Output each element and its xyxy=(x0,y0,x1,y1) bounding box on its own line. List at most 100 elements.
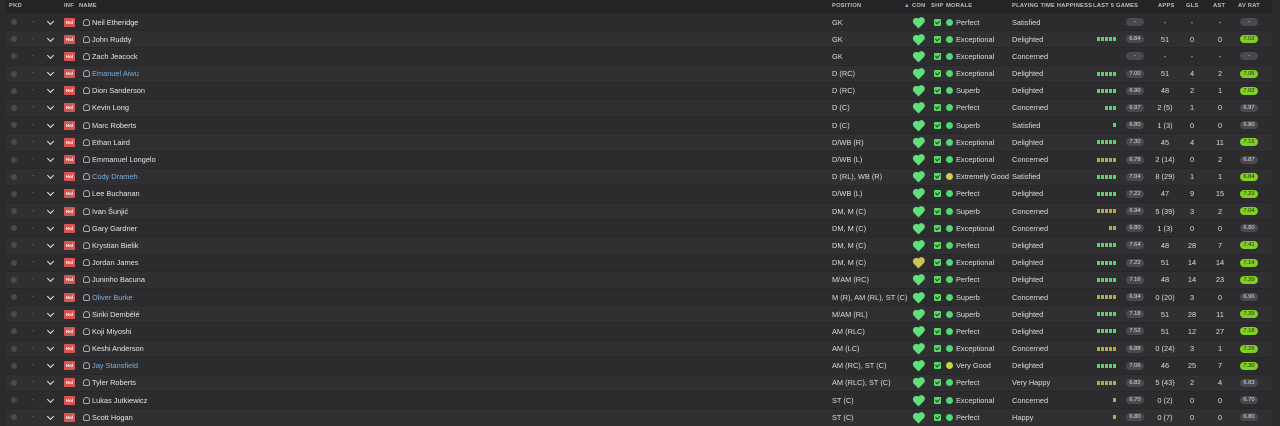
player-profile-icon[interactable] xyxy=(82,14,90,30)
player-profile-icon[interactable] xyxy=(82,31,90,47)
info-badge[interactable]: Hol xyxy=(63,203,76,219)
player-name[interactable]: Cody Drameh xyxy=(92,169,292,185)
player-name[interactable]: Koji Miyoshi xyxy=(92,323,292,339)
table-row[interactable]: - Hol Krystian Bielik DM, M (C) Perfect Delig… xyxy=(6,236,1272,254)
header-position[interactable]: POSITION xyxy=(832,3,861,9)
table-row[interactable]: - Hol Jay Stansfield AM (RC), ST (C) Very Go… xyxy=(6,356,1272,374)
player-name[interactable]: Neil Etheridge xyxy=(92,14,292,30)
info-badge[interactable]: Hol xyxy=(63,323,76,339)
player-profile-icon[interactable] xyxy=(82,186,90,202)
row-menu-button[interactable] xyxy=(46,117,54,133)
table-row[interactable]: - Hol Jordan James DM, M (C) Exceptional Deli… xyxy=(6,253,1272,271)
row-menu-button[interactable] xyxy=(46,272,54,288)
row-menu-button[interactable] xyxy=(46,341,54,357)
table-row[interactable]: - Hol Lukas Jutkiewicz ST (C) Exceptional Con… xyxy=(6,391,1272,409)
player-name[interactable]: Krystian Bielik xyxy=(92,237,292,253)
table-row[interactable]: - Hol Tyler Roberts AM (RLC), ST (C) Perfect… xyxy=(6,373,1272,392)
picked-toggle[interactable] xyxy=(9,203,19,219)
player-name[interactable]: Dion Sanderson xyxy=(92,83,292,99)
row-menu-button[interactable] xyxy=(46,14,54,30)
player-name[interactable]: Siriki Dembélé xyxy=(92,306,292,322)
table-row[interactable]: - Hol Gary Gardner DM, M (C) Exceptional Conc… xyxy=(6,219,1272,237)
player-profile-icon[interactable] xyxy=(82,134,90,150)
player-profile-icon[interactable] xyxy=(82,203,90,219)
player-name[interactable]: Gary Gardner xyxy=(92,220,292,236)
row-menu-button[interactable] xyxy=(46,358,54,374)
table-row[interactable]: - Hol Juninho Bacuna M/AM (RC) Perfect Deligh… xyxy=(6,270,1272,288)
table-row[interactable]: - Hol Lee Buchanan D/WB (L) Perfect Delighted… xyxy=(6,184,1272,203)
picked-toggle[interactable] xyxy=(9,134,19,150)
player-profile-icon[interactable] xyxy=(82,100,90,116)
info-badge[interactable]: Hol xyxy=(63,152,76,168)
picked-toggle[interactable] xyxy=(9,237,19,253)
row-menu-button[interactable] xyxy=(46,237,54,253)
player-name[interactable]: Lukas Jutkiewicz xyxy=(92,392,292,408)
info-badge[interactable]: Hol xyxy=(63,169,76,185)
table-row[interactable]: - Hol Ivan Šunjić DM, M (C) Superb Concerned 6… xyxy=(6,202,1272,220)
info-badge[interactable]: Hol xyxy=(63,31,76,47)
table-row[interactable]: - Hol Ethan Laird D/WB (R) Exceptional Deligh… xyxy=(6,133,1272,151)
player-profile-icon[interactable] xyxy=(82,306,90,322)
picked-toggle[interactable] xyxy=(9,220,19,236)
header-inf[interactable]: INF xyxy=(64,3,74,9)
row-menu-button[interactable] xyxy=(46,66,54,82)
player-name[interactable]: Tyler Roberts xyxy=(92,375,292,391)
player-profile-icon[interactable] xyxy=(82,341,90,357)
row-menu-button[interactable] xyxy=(46,375,54,391)
picked-toggle[interactable] xyxy=(9,375,19,391)
row-menu-button[interactable] xyxy=(46,100,54,116)
picked-toggle[interactable] xyxy=(9,117,19,133)
picked-toggle[interactable] xyxy=(9,66,19,82)
player-profile-icon[interactable] xyxy=(82,272,90,288)
header-con[interactable]: CON xyxy=(912,3,925,9)
player-name[interactable]: John Ruddy xyxy=(92,31,292,47)
player-profile-icon[interactable] xyxy=(82,66,90,82)
row-menu-button[interactable] xyxy=(46,48,54,64)
table-row[interactable]: - Hol Kevin Long D (C) Perfect Concerned 6.97 2… xyxy=(6,98,1272,117)
header-name[interactable]: NAME xyxy=(79,3,97,9)
player-name[interactable]: Zach Jeacock xyxy=(92,48,292,64)
row-menu-button[interactable] xyxy=(46,289,54,305)
player-profile-icon[interactable] xyxy=(82,289,90,305)
info-badge[interactable]: Hol xyxy=(63,66,76,82)
info-badge[interactable]: Hol xyxy=(63,14,76,30)
info-badge[interactable]: Hol xyxy=(63,117,76,133)
row-menu-button[interactable] xyxy=(46,31,54,47)
info-badge[interactable]: Hol xyxy=(63,134,76,150)
info-badge[interactable]: Hol xyxy=(63,306,76,322)
picked-toggle[interactable] xyxy=(9,306,19,322)
header-playing-time[interactable]: PLAYING TIME HAPPINESS xyxy=(1012,3,1092,9)
row-menu-button[interactable] xyxy=(46,306,54,322)
info-badge[interactable]: Hol xyxy=(63,341,76,357)
header-gls[interactable]: GLS xyxy=(1186,3,1199,9)
table-row[interactable]: - Hol Koji Miyoshi AM (RLC) Perfect Delighted… xyxy=(6,322,1272,340)
player-name[interactable]: Jay Stansfield xyxy=(92,358,292,374)
table-row[interactable]: - Hol Siriki Dembélé M/AM (RL) Superb Delight… xyxy=(6,305,1272,323)
picked-toggle[interactable] xyxy=(9,289,19,305)
player-profile-icon[interactable] xyxy=(82,220,90,236)
player-name[interactable]: Kevin Long xyxy=(92,100,292,116)
player-profile-icon[interactable] xyxy=(82,169,90,185)
header-shp[interactable]: SHP xyxy=(931,3,944,9)
player-profile-icon[interactable] xyxy=(82,117,90,133)
header-pkd[interactable]: PKD xyxy=(9,3,22,9)
row-menu-button[interactable] xyxy=(46,220,54,236)
player-name[interactable]: Ivan Šunjić xyxy=(92,203,292,219)
table-row[interactable]: - Hol Marc Roberts D (C) Superb Satisfied 6.80… xyxy=(6,116,1272,134)
player-name[interactable]: Marc Roberts xyxy=(92,117,292,133)
sort-arrow-icon[interactable]: ▲ xyxy=(904,3,910,9)
row-menu-button[interactable] xyxy=(46,255,54,271)
picked-toggle[interactable] xyxy=(9,100,19,116)
row-menu-button[interactable] xyxy=(46,392,54,408)
table-row[interactable]: - Hol Cody Drameh D (RL), WB (R) Extremely G… xyxy=(6,167,1272,185)
table-row[interactable]: - Hol Neil Etheridge GK Perfect Satisfied - - - -… xyxy=(6,13,1272,31)
picked-toggle[interactable] xyxy=(9,272,19,288)
header-ast[interactable]: AST xyxy=(1213,3,1225,9)
player-name[interactable]: Oliver Burke xyxy=(92,289,292,305)
info-badge[interactable]: Hol xyxy=(63,83,76,99)
player-profile-icon[interactable] xyxy=(82,48,90,64)
player-profile-icon[interactable] xyxy=(82,237,90,253)
header-av-rat[interactable]: AV RAT xyxy=(1238,3,1260,9)
picked-toggle[interactable] xyxy=(9,48,19,64)
picked-toggle[interactable] xyxy=(9,341,19,357)
